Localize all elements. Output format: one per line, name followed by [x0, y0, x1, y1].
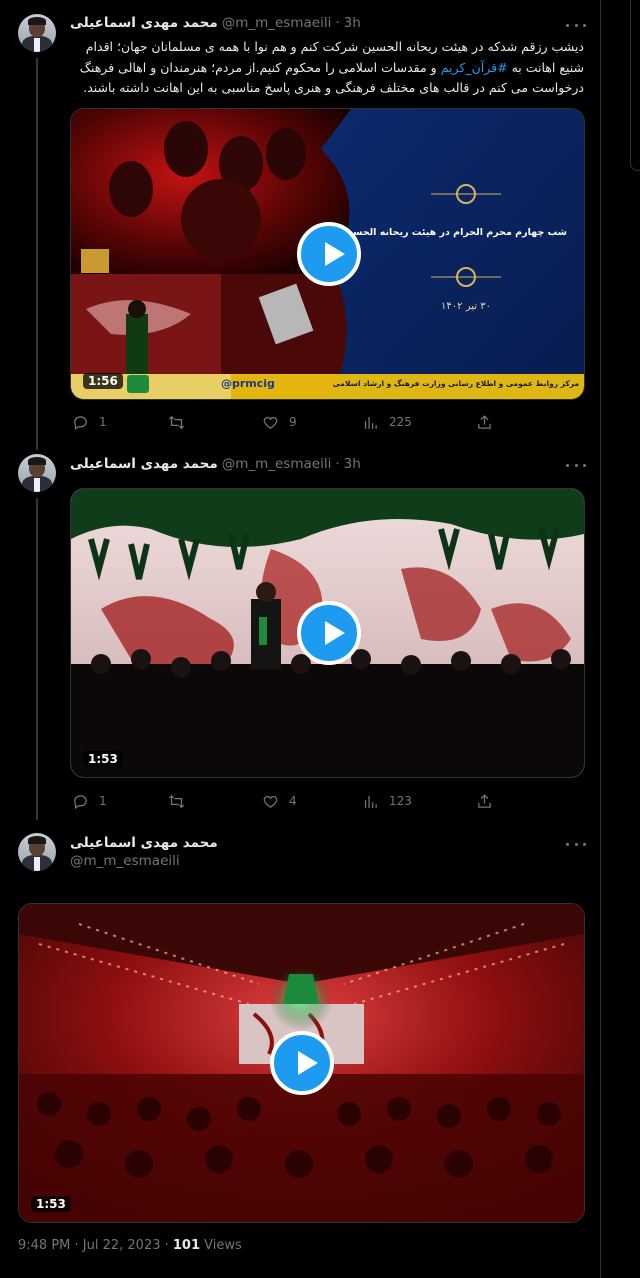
tweet-actions: 1 4 123	[70, 790, 500, 812]
separator-dot: ·	[335, 456, 340, 472]
video-duration: 1:56	[83, 373, 123, 389]
tweet-header: محمد مهدی اسماعیلی @m_m_esmaeili · 3h	[70, 13, 361, 33]
retweet-button[interactable]	[168, 790, 195, 812]
retweet-icon	[168, 415, 185, 429]
reply-button[interactable]: 1	[72, 790, 107, 812]
views-total: 101	[172, 1238, 201, 1253]
author-handle[interactable]: @m_m_esmaeili	[222, 456, 332, 472]
share-icon	[478, 793, 491, 808]
tweet-actions: 1 9 225	[70, 411, 500, 433]
views-label: Views	[200, 1238, 242, 1253]
like-icon	[263, 416, 278, 429]
like-count: 9	[289, 415, 297, 429]
author-name[interactable]: محمد مهدی اسماعیلی	[70, 456, 218, 472]
author-handle[interactable]: @m_m_esmaeili	[222, 15, 332, 31]
sidebar-edge	[630, 0, 640, 171]
video-player[interactable]: 1:53	[70, 488, 585, 778]
views-icon	[364, 416, 377, 429]
play-icon[interactable]	[270, 1031, 334, 1095]
views-count: 225	[389, 415, 412, 429]
separator-dot: ·	[335, 15, 340, 31]
thread-connector	[36, 58, 38, 450]
reply-count: 1	[99, 794, 107, 808]
retweet-icon	[168, 794, 185, 808]
video-credit-handle: @prmcig	[221, 377, 275, 390]
like-icon	[263, 795, 278, 808]
video-player[interactable]: شب چهارم محرم الحرام در هیئت ریحانه الحس…	[70, 108, 585, 400]
avatar[interactable]	[18, 833, 56, 871]
video-duration: 1:53	[31, 1196, 71, 1212]
share-button[interactable]	[476, 790, 493, 812]
retweet-button[interactable]	[168, 411, 195, 433]
avatar[interactable]	[18, 454, 56, 492]
tweet-text: دیشب رزقم شدکه در هیئت ریحانه الحسین شرک…	[70, 37, 584, 99]
play-icon[interactable]	[297, 222, 361, 286]
reply-icon	[74, 794, 87, 809]
like-button[interactable]: 4	[262, 790, 297, 812]
column-border	[600, 0, 601, 1278]
video-caption-date: ۳۰ تیر ۱۴۰۲	[441, 301, 491, 312]
reply-icon	[74, 415, 87, 430]
video-player[interactable]: 1:53	[18, 903, 585, 1223]
reply-count: 1	[99, 415, 107, 429]
views-count: 123	[389, 794, 412, 808]
more-icon[interactable]	[566, 839, 586, 849]
author-name[interactable]: محمد مهدی اسماعیلی	[70, 835, 218, 851]
share-button[interactable]	[476, 411, 493, 433]
like-count: 4	[289, 794, 297, 808]
video-credit-text: مرکز روابط عمومی و اطلاع رسانی وزارت فره…	[332, 379, 579, 388]
reply-button[interactable]: 1	[72, 411, 107, 433]
video-duration: 1:53	[83, 751, 123, 767]
tweet-timestamp[interactable]: 9:48 PM · Jul 22, 2023 ·	[18, 1238, 173, 1253]
more-icon[interactable]	[566, 20, 586, 30]
avatar[interactable]	[18, 14, 56, 52]
views-icon	[364, 795, 377, 808]
tweet-header: محمد مهدی اسماعیلی @m_m_esmaeili · 3h	[70, 454, 361, 474]
tweet-header: محمد مهدی اسماعیلی	[70, 833, 218, 853]
tweet-meta: 9:48 PM · Jul 22, 2023 · 101 Views	[18, 1238, 242, 1253]
video-caption-title: شب چهارم محرم الحرام در هیئت ریحانه الحس…	[340, 227, 567, 238]
play-icon[interactable]	[297, 601, 361, 665]
share-icon	[478, 414, 491, 429]
like-button[interactable]: 9	[262, 411, 297, 433]
thread-connector	[36, 498, 38, 820]
author-name[interactable]: محمد مهدی اسماعیلی	[70, 15, 218, 31]
views-button[interactable]: 123	[362, 790, 412, 812]
author-handle[interactable]: @m_m_esmaeili	[70, 853, 180, 869]
tweet-time[interactable]: 3h	[344, 456, 361, 472]
views-button[interactable]: 225	[362, 411, 412, 433]
hashtag-link[interactable]: #قرآن_کریم	[441, 60, 508, 75]
more-icon[interactable]	[566, 460, 586, 470]
tweet-time[interactable]: 3h	[344, 15, 361, 31]
